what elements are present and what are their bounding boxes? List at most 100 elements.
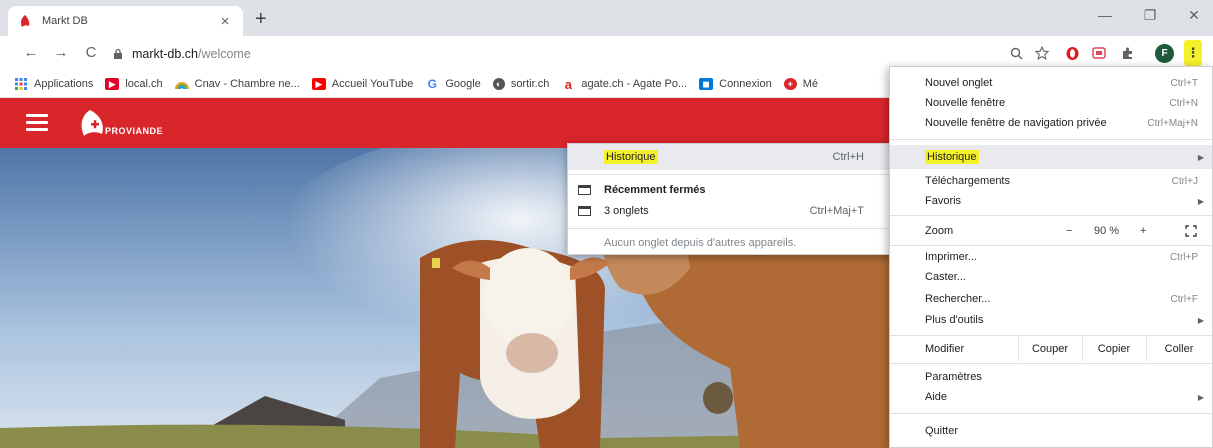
menu-incognito-window[interactable]: Nouvelle fenêtre de navigation privée Ct… bbox=[890, 113, 1212, 133]
menu-new-tab[interactable]: Nouvel onglet Ctrl+T bbox=[890, 73, 1212, 93]
menu-print[interactable]: Imprimer... Ctrl+P bbox=[890, 247, 1212, 267]
back-button[interactable]: ← bbox=[22, 44, 40, 61]
bookmark-label: sortir.ch bbox=[510, 78, 550, 90]
menu-shortcut: Ctrl+F bbox=[1170, 293, 1199, 305]
agate-icon: a bbox=[564, 76, 572, 92]
lock-icon bbox=[114, 48, 122, 59]
bookmark-label: Google bbox=[445, 78, 481, 90]
menu-settings[interactable]: Paramètres bbox=[890, 367, 1212, 387]
zoom-out-button[interactable]: − bbox=[1066, 225, 1072, 237]
menu-label: Paramètres bbox=[925, 371, 982, 383]
swiss-icon: + bbox=[783, 78, 797, 90]
maximize-button[interactable]: ❐ bbox=[1140, 7, 1160, 24]
menu-label: Favoris bbox=[925, 195, 962, 207]
localch-icon: ▶ bbox=[105, 78, 120, 90]
submenu-arrow-icon: ▶ bbox=[1197, 315, 1204, 325]
new-tab-button[interactable]: + bbox=[255, 9, 267, 29]
menu-divider bbox=[890, 245, 1212, 246]
bookmark-youtube[interactable]: ▶ Accueil YouTube bbox=[311, 78, 414, 90]
menu-cast[interactable]: Caster... bbox=[890, 267, 1212, 287]
bookmark-sortir[interactable]: ◐ sortir.ch bbox=[492, 78, 550, 90]
bookmark-applications[interactable]: Applications bbox=[14, 78, 93, 90]
tab-strip: Markt DB × + — ❐ ✕ bbox=[0, 0, 1213, 36]
no-other-devices-text: Aucun onglet depuis d'autres appareils. bbox=[568, 234, 892, 252]
zoom-value: 90 % bbox=[1094, 225, 1120, 237]
bookmark-label: Applications bbox=[34, 78, 94, 90]
menu-shortcut: Ctrl+N bbox=[1169, 97, 1198, 109]
submenu-arrow-icon: ▶ bbox=[1197, 196, 1204, 206]
minimize-button[interactable]: — bbox=[1095, 7, 1115, 23]
bookmark-localch[interactable]: ▶ local.ch bbox=[105, 78, 163, 90]
fullscreen-icon[interactable] bbox=[1185, 225, 1197, 237]
menu-divider bbox=[890, 335, 1212, 336]
close-window-button[interactable]: ✕ bbox=[1184, 7, 1204, 24]
url-host: markt-db.ch bbox=[132, 46, 198, 61]
closed-tabs-shortcut: Ctrl+Maj+T bbox=[809, 205, 864, 217]
proviande-logo[interactable] bbox=[76, 109, 106, 137]
tab-window-icon bbox=[578, 185, 591, 195]
menu-divider bbox=[890, 363, 1212, 364]
bookmark-google[interactable]: G Google bbox=[425, 77, 481, 91]
sortir-icon: ◐ bbox=[492, 78, 505, 90]
search-icon[interactable] bbox=[1008, 45, 1024, 61]
menu-edit-row: Modifier Couper Copier Coller bbox=[890, 337, 1212, 361]
reload-button[interactable]: C bbox=[82, 44, 100, 61]
menu-shortcut: Ctrl+T bbox=[1170, 77, 1199, 89]
bookmark-agate[interactable]: a agate.ch - Agate Po... bbox=[561, 76, 687, 92]
address-bar[interactable]: markt-db.ch/welcome bbox=[112, 41, 1012, 66]
cnav-icon bbox=[174, 78, 189, 90]
extensions-puzzle-icon[interactable] bbox=[1120, 45, 1136, 61]
submenu-divider bbox=[568, 174, 892, 175]
bookmark-label: local.ch bbox=[125, 78, 163, 90]
menu-new-window[interactable]: Nouvelle fenêtre Ctrl+N bbox=[890, 93, 1212, 113]
menu-more-tools[interactable]: Plus d'outils ▶ bbox=[890, 310, 1212, 330]
menu-quit[interactable]: Quitter bbox=[890, 421, 1212, 441]
menu-label: Nouvel onglet bbox=[925, 77, 993, 89]
menu-label: Modifier bbox=[925, 343, 965, 355]
menu-shortcut: Ctrl+J bbox=[1171, 175, 1198, 187]
menu-divider bbox=[890, 215, 1212, 216]
bookmark-label: Mé bbox=[802, 78, 818, 90]
menu-label: Imprimer... bbox=[925, 251, 977, 263]
tab-title: Markt DB bbox=[42, 15, 88, 27]
forward-button[interactable]: → bbox=[52, 44, 70, 61]
pocket-extension-icon[interactable] bbox=[1091, 45, 1107, 61]
bookmark-cnav[interactable]: Cnav - Chambre ne... bbox=[174, 78, 300, 90]
recently-closed-header: Récemment fermés bbox=[568, 180, 892, 200]
bookmark-me[interactable]: + Mé bbox=[783, 78, 818, 90]
google-icon: G bbox=[427, 77, 437, 91]
browser-tab[interactable]: Markt DB × bbox=[8, 6, 243, 36]
closed-tabs-label: 3 onglets bbox=[604, 205, 649, 217]
tab-close-icon[interactable]: × bbox=[217, 13, 233, 30]
history-shortcut: Ctrl+H bbox=[832, 151, 864, 163]
menu-label: Quitter bbox=[925, 425, 959, 437]
opera-extension-icon[interactable] bbox=[1064, 45, 1080, 61]
bookmark-label: Cnav - Chambre ne... bbox=[194, 78, 300, 90]
history-submenu: Historique Ctrl+H Récemment fermés 3 ong… bbox=[567, 143, 893, 255]
menu-shortcut: Ctrl+Maj+N bbox=[1147, 117, 1198, 129]
menu-label: Historique bbox=[925, 150, 979, 164]
paste-button[interactable]: Coller bbox=[1146, 343, 1212, 355]
menu-shortcut: Ctrl+P bbox=[1169, 251, 1198, 263]
profile-avatar[interactable]: F bbox=[1155, 44, 1174, 63]
menu-label: Caster... bbox=[925, 271, 966, 283]
cut-button[interactable]: Couper bbox=[1018, 343, 1082, 355]
history-submenu-item[interactable]: Historique Ctrl+H bbox=[568, 144, 892, 170]
proviande-logo-text: PROVIANDE bbox=[105, 126, 164, 136]
bookmark-connexion[interactable]: ◼ Connexion bbox=[699, 78, 772, 90]
menu-bookmarks[interactable]: Favoris ▶ bbox=[890, 191, 1212, 211]
menu-label: Téléchargements bbox=[925, 175, 1010, 187]
menu-help[interactable]: Aide ▶ bbox=[890, 387, 1212, 407]
bookmark-label: Accueil YouTube bbox=[331, 78, 414, 90]
chrome-menu-button[interactable]: ⋮ bbox=[1184, 40, 1202, 66]
closed-tabs-item[interactable]: 3 onglets Ctrl+Maj+T bbox=[568, 200, 892, 222]
youtube-icon: ▶ bbox=[311, 78, 326, 90]
hamburger-menu-icon[interactable] bbox=[26, 114, 48, 131]
star-bookmark-icon[interactable] bbox=[1034, 45, 1050, 61]
menu-find[interactable]: Rechercher... Ctrl+F bbox=[890, 289, 1212, 309]
menu-downloads[interactable]: Téléchargements Ctrl+J bbox=[890, 171, 1212, 191]
zoom-in-button[interactable]: + bbox=[1140, 225, 1146, 237]
copy-button[interactable]: Copier bbox=[1082, 343, 1146, 355]
menu-label: Nouvelle fenêtre de navigation privée bbox=[925, 117, 1107, 129]
menu-history[interactable]: Historique ▶ bbox=[890, 145, 1212, 169]
